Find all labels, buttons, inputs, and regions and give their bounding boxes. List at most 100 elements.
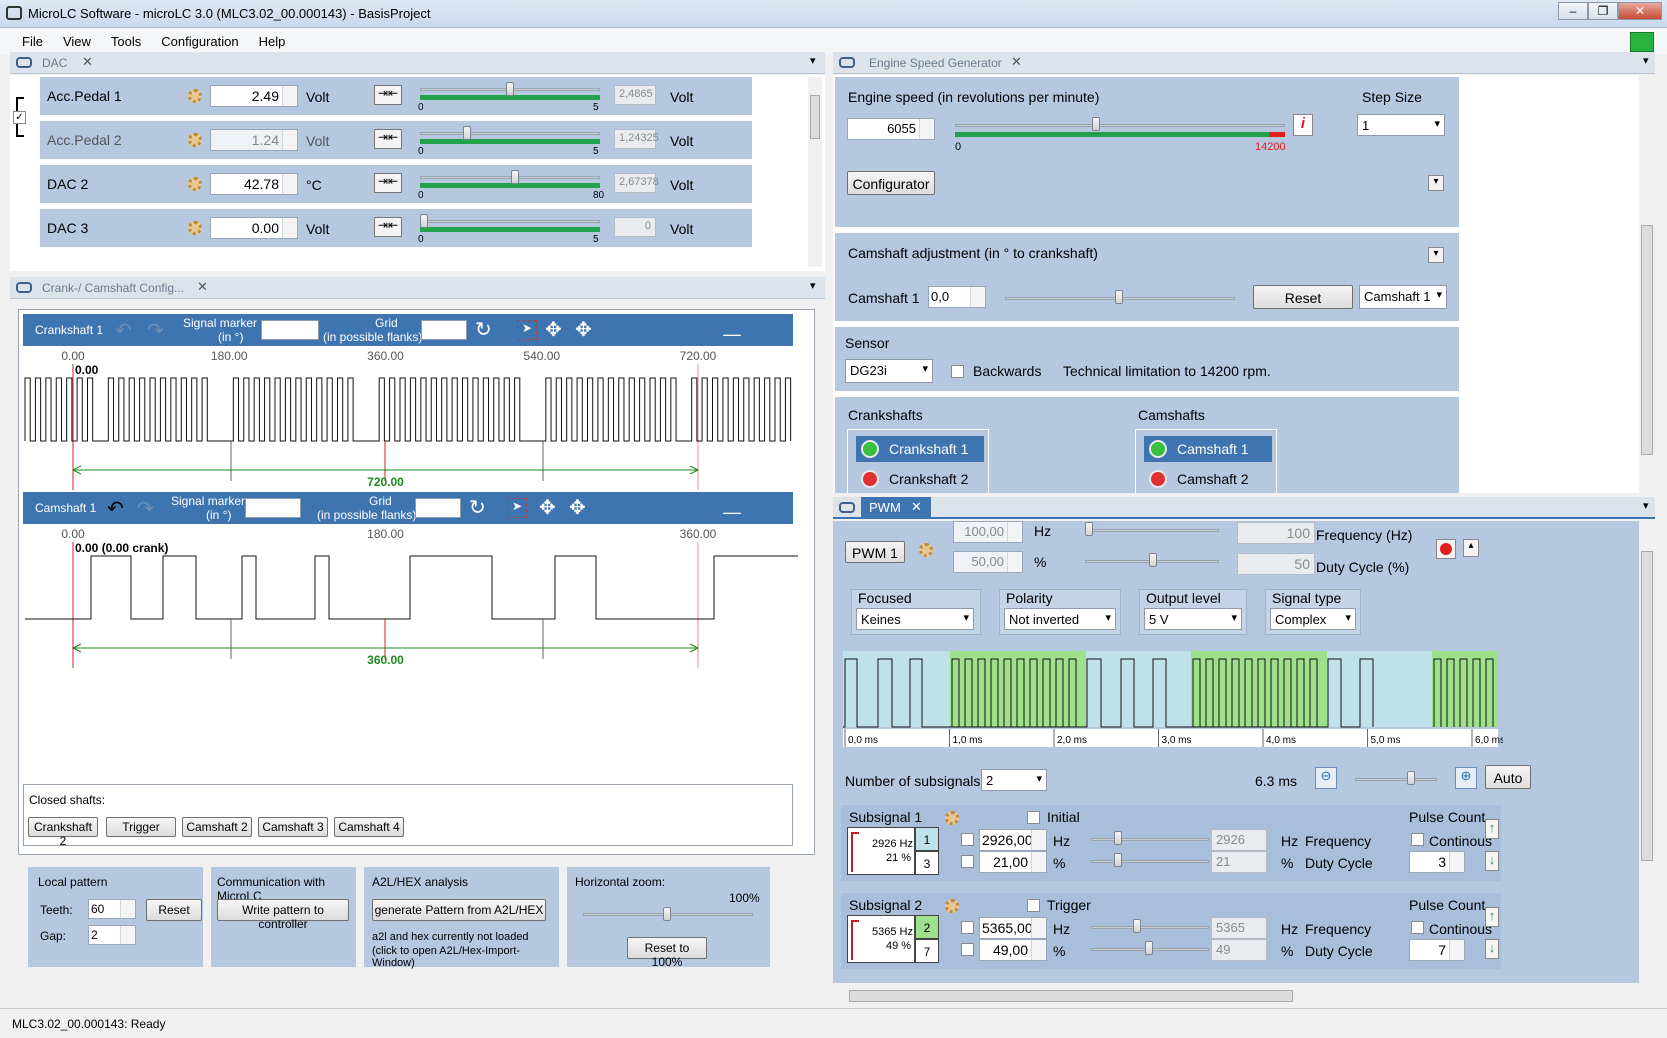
- dac-slider-thumb[interactable]: [420, 214, 428, 228]
- dac-panel-tab[interactable]: DAC ✕ ▾: [10, 52, 825, 74]
- closed-shaft-button[interactable]: Camshaft 2: [182, 817, 252, 837]
- pulse-count-input[interactable]: 3: [1409, 851, 1465, 873]
- link-arrows-icon[interactable]: ⇥⇤: [374, 129, 402, 149]
- subsignal-frequency-input[interactable]: 5365,00: [979, 917, 1047, 939]
- pwm-1-button[interactable]: PWM 1: [845, 541, 905, 563]
- closed-shaft-button[interactable]: Trigger: [106, 817, 176, 837]
- camshaft-reset-button[interactable]: Reset: [1253, 285, 1353, 309]
- record-icon[interactable]: [1436, 539, 1456, 559]
- pulse-count-input[interactable]: 7: [1409, 939, 1465, 961]
- subsignal-frequency-input[interactable]: 2926,00: [979, 829, 1047, 851]
- move-vertical-icon[interactable]: ✥: [545, 317, 562, 342]
- undo-icon[interactable]: ↶: [115, 318, 132, 343]
- pwm-panel-tab[interactable]: PWM ✕ ▾: [833, 497, 1655, 519]
- menu-file[interactable]: File: [12, 29, 53, 54]
- crankshaft-1-item[interactable]: Crankshaft 1: [856, 436, 984, 462]
- subsignals-select[interactable]: 2: [981, 769, 1047, 791]
- pwm-active-tab[interactable]: PWM ✕: [861, 497, 931, 519]
- menu-help[interactable]: Help: [249, 29, 296, 54]
- backwards-checkbox[interactable]: [951, 365, 964, 378]
- dac-slider-thumb[interactable]: [511, 170, 520, 184]
- subsignal-frequency-slider[interactable]: [1091, 838, 1209, 841]
- link-arrows-icon[interactable]: ⇥⇤: [374, 173, 402, 193]
- move-horizontal-icon[interactable]: ✥: [569, 495, 586, 520]
- chevron-down-icon[interactable]: ▾: [810, 54, 816, 67]
- signal-type-select[interactable]: Complex: [1270, 608, 1356, 630]
- pwm-vscrollbar[interactable]: [1639, 521, 1655, 983]
- frequency-enable-checkbox[interactable]: [961, 921, 974, 934]
- settings-gear-icon[interactable]: [188, 89, 202, 103]
- menu-configuration[interactable]: Configuration: [151, 29, 248, 54]
- info-icon[interactable]: i: [1293, 114, 1313, 136]
- rpm-slider[interactable]: [955, 124, 1285, 127]
- closed-shaft-button[interactable]: Crankshaft 2: [28, 817, 98, 848]
- focused-select[interactable]: Keines: [856, 608, 974, 630]
- redo-icon[interactable]: ↷: [137, 496, 154, 521]
- grid-select[interactable]: 0: [421, 320, 467, 340]
- move-down-arrow-icon[interactable]: ↓: [1485, 939, 1499, 959]
- zoom-out-icon[interactable]: ⊖: [1315, 767, 1337, 789]
- dac-value-input[interactable]: 0.00: [210, 217, 298, 239]
- settings-gear-icon[interactable]: [945, 899, 959, 913]
- link-checkbox[interactable]: ✓: [13, 111, 26, 124]
- output-level-select[interactable]: 5 V: [1144, 608, 1242, 630]
- move-vertical-icon[interactable]: ✥: [539, 495, 556, 520]
- close-tab-icon[interactable]: ✕: [197, 279, 208, 295]
- move-up-arrow-icon[interactable]: ↑: [1485, 907, 1499, 927]
- settings-gear-icon[interactable]: [188, 177, 202, 191]
- collapse-icon[interactable]: —: [723, 502, 741, 523]
- subsignal-frequency-thumb[interactable]: [1113, 831, 1122, 845]
- settings-gear-icon[interactable]: [188, 221, 202, 235]
- connection-icon[interactable]: [1630, 32, 1654, 52]
- dac-slider-thumb[interactable]: [506, 82, 514, 96]
- expand-icon[interactable]: ▾: [1428, 247, 1444, 263]
- a2l-note-sub[interactable]: (click to open A2L/Hex-Import-Window): [372, 945, 559, 969]
- zoom-in-icon[interactable]: ⊕: [1455, 767, 1477, 789]
- time-zoom-thumb[interactable]: [1407, 771, 1415, 785]
- signal-marker-select[interactable]: 180,00: [261, 320, 319, 340]
- menu-view[interactable]: View: [53, 29, 101, 54]
- sensor-select[interactable]: DG23i: [845, 359, 933, 383]
- camshaft-slider-thumb[interactable]: [1115, 290, 1123, 304]
- generate-pattern-button[interactable]: generate Pattern from A2L/HEX: [372, 899, 546, 921]
- close-tab-icon[interactable]: ✕: [1011, 54, 1022, 70]
- subsignal-duty-thumb[interactable]: [1114, 853, 1123, 867]
- dac-slider[interactable]: [420, 220, 600, 223]
- zoom-slider-thumb[interactable]: [663, 907, 671, 921]
- signal-marker-select[interactable]: 180,00: [245, 498, 301, 518]
- expand-icon[interactable]: ▾: [1428, 175, 1444, 191]
- cursor-icon[interactable]: ➤: [507, 498, 527, 518]
- subsignal-frequency-thumb[interactable]: [1133, 919, 1142, 933]
- subsignal-duty-thumb[interactable]: [1144, 941, 1153, 955]
- camshaft-select[interactable]: Camshaft 1: [1359, 285, 1447, 309]
- pwm-hscrollbar[interactable]: [833, 988, 1639, 1004]
- subsignal-duty-input[interactable]: 21,00: [979, 851, 1047, 873]
- camshaft-2-item[interactable]: Camshaft 2: [1144, 466, 1272, 492]
- minimize-button[interactable]: –: [1558, 2, 1588, 20]
- continous-checkbox[interactable]: [1411, 921, 1424, 934]
- close-tab-icon[interactable]: ✕: [82, 54, 93, 70]
- crankshaft-2-item[interactable]: Crankshaft 2: [856, 466, 984, 492]
- esg-panel-tab[interactable]: Engine Speed Generator ✕ ▾: [833, 52, 1655, 74]
- rpm-slider-thumb[interactable]: [1092, 117, 1101, 131]
- close-button[interactable]: ✕: [1618, 2, 1662, 20]
- move-down-arrow-icon[interactable]: ↓: [1485, 851, 1499, 871]
- chevron-down-icon[interactable]: ▾: [1643, 499, 1649, 512]
- subsignal-option-checkbox[interactable]: [1027, 899, 1040, 912]
- auto-button[interactable]: Auto: [1485, 765, 1531, 789]
- link-arrows-icon[interactable]: ⇥⇤: [374, 85, 402, 105]
- move-horizontal-icon[interactable]: ✥: [575, 317, 592, 342]
- subsignal-duty-input[interactable]: 49,00: [979, 939, 1047, 961]
- reset-pattern-button[interactable]: Reset: [146, 899, 202, 921]
- dac-value-input[interactable]: 2.49: [210, 85, 298, 107]
- subsignal-frequency-slider[interactable]: [1091, 926, 1209, 929]
- link-arrows-icon[interactable]: ⇥⇤: [374, 217, 402, 237]
- rotate-icon[interactable]: ↻: [475, 317, 492, 342]
- duty-enable-checkbox[interactable]: [961, 943, 974, 956]
- collapse-icon[interactable]: —: [723, 324, 741, 345]
- time-zoom-slider[interactable]: [1355, 778, 1437, 781]
- reset-zoom-button[interactable]: Reset to 100%: [627, 937, 707, 969]
- undo-icon[interactable]: ↶: [107, 496, 124, 521]
- closed-shaft-button[interactable]: Camshaft 4: [334, 817, 404, 837]
- step-size-select[interactable]: 1: [1357, 114, 1445, 136]
